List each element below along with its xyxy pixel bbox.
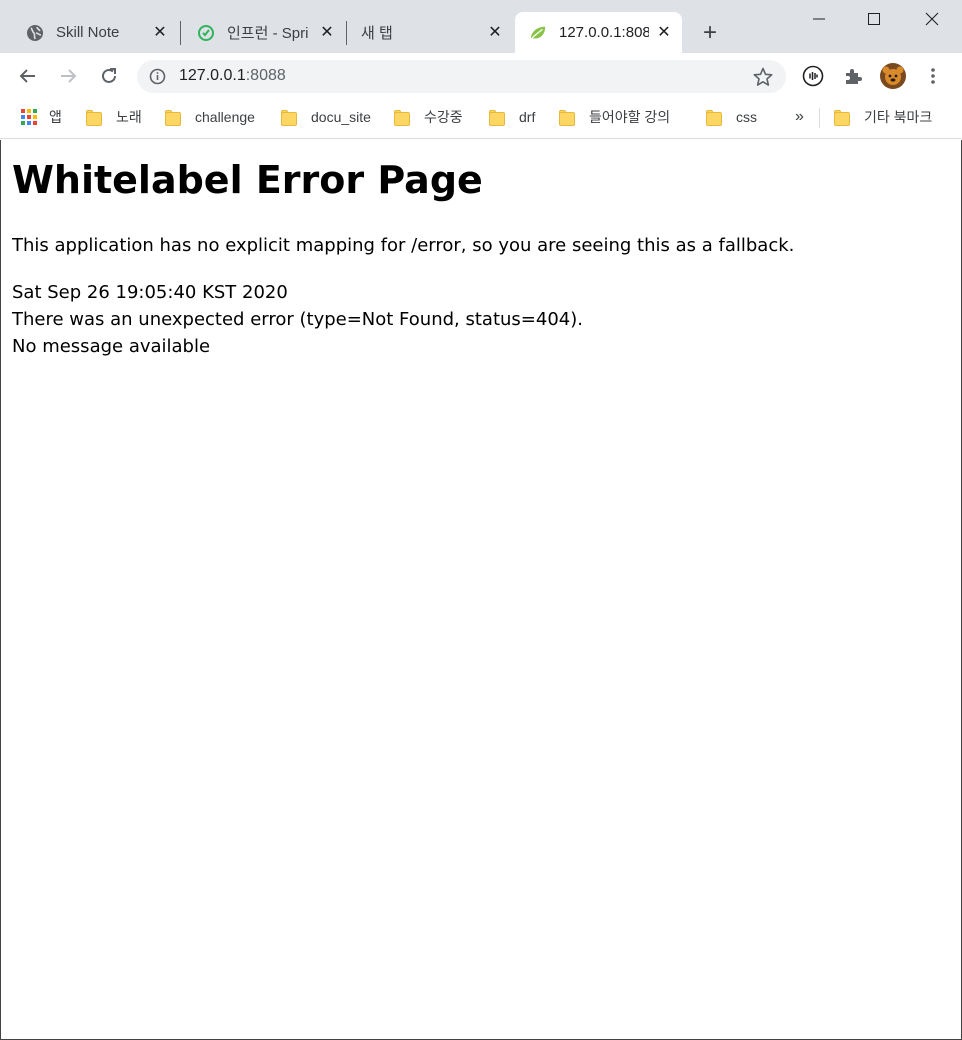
bookmark-label: docu_site xyxy=(311,109,371,125)
folder-icon xyxy=(489,110,505,126)
tab-title: 인프런 - Spri xyxy=(227,25,309,42)
audio-extension-icon[interactable] xyxy=(799,62,827,90)
bookmark-folder[interactable]: 수강중 xyxy=(394,107,463,127)
folder-icon xyxy=(559,110,575,126)
bookmark-folder[interactable]: css xyxy=(706,107,757,127)
bookmark-apps[interactable]: 앱 xyxy=(20,107,62,127)
page-content: Whitelabel Error Page This application h… xyxy=(0,140,962,1040)
site-info-icon[interactable] xyxy=(149,68,166,85)
menu-kebab-icon[interactable] xyxy=(919,62,947,90)
url-text: 127.0.0.1:8088 xyxy=(179,67,286,85)
tab-title: Skill Note xyxy=(56,24,120,41)
bookmark-label: css xyxy=(736,109,757,125)
bookmark-folder[interactable]: challenge xyxy=(165,107,255,127)
bookmark-label: 기타 북마크 xyxy=(864,109,933,125)
bookmark-folder[interactable]: 노래 xyxy=(86,107,142,127)
maximize-icon[interactable] xyxy=(860,8,888,30)
bookmark-label: 들어야할 강의 xyxy=(589,109,671,125)
close-icon[interactable]: ✕ xyxy=(150,22,170,42)
folder-icon xyxy=(86,110,102,126)
tab-localhost[interactable]: 127.0.0.1:808 ✕ xyxy=(515,12,682,53)
profile-avatar-icon[interactable] xyxy=(879,62,907,90)
bookmark-other[interactable]: 기타 북마크 xyxy=(834,107,932,127)
apps-grid-icon xyxy=(20,108,38,126)
inflearn-icon xyxy=(197,24,215,42)
tab-inflearn[interactable]: 인프런 - Spri ✕ xyxy=(171,12,345,53)
folder-icon xyxy=(281,110,297,126)
folder-icon xyxy=(394,110,410,126)
tab-new-tab[interactable]: 새 탭 ✕ xyxy=(335,12,513,53)
bookmark-star-icon[interactable] xyxy=(752,66,774,88)
forward-icon[interactable] xyxy=(54,62,82,90)
extensions-puzzle-icon[interactable] xyxy=(839,62,867,90)
error-type-status: There was an unexpected error (type=Not … xyxy=(12,309,583,330)
bookmarks-divider xyxy=(819,108,820,128)
toolbar: 127.0.0.1:8088 xyxy=(0,53,962,99)
bookmark-label: challenge xyxy=(195,109,255,125)
bookmark-label: 노래 xyxy=(116,109,142,125)
close-icon[interactable]: ✕ xyxy=(654,22,674,42)
minimize-icon[interactable] xyxy=(805,8,833,30)
error-description: This application has no explicit mapping… xyxy=(12,235,795,256)
bookmarks-overflow-button[interactable]: » xyxy=(795,107,804,127)
window-close-icon[interactable] xyxy=(918,8,946,30)
close-icon[interactable]: ✕ xyxy=(317,22,337,42)
error-timestamp: Sat Sep 26 19:05:40 KST 2020 xyxy=(12,282,288,303)
new-tab-button[interactable]: + xyxy=(697,19,723,46)
tab-skill-note[interactable]: Skill Note ✕ xyxy=(0,12,178,53)
back-icon[interactable] xyxy=(14,62,42,90)
globe-icon xyxy=(26,24,44,42)
error-message: No message available xyxy=(12,336,211,357)
bookmarks-bar: 앱 노래 challenge docu_site 수강중 drf 들어야할 강의… xyxy=(0,99,962,139)
reload-icon[interactable] xyxy=(95,62,123,90)
bookmark-folder[interactable]: docu_site xyxy=(281,107,371,127)
url-port: :8088 xyxy=(245,67,286,84)
bookmark-label: drf xyxy=(519,109,536,125)
tab-strip: Skill Note ✕ 인프런 - Spri ✕ 새 탭 ✕ 127.0.0.… xyxy=(0,0,962,53)
spring-leaf-icon xyxy=(529,24,547,42)
page-title: Whitelabel Error Page xyxy=(12,158,483,202)
folder-icon xyxy=(834,110,850,126)
bookmark-label: 앱 xyxy=(49,109,62,125)
address-bar[interactable]: 127.0.0.1:8088 xyxy=(137,60,786,93)
bookmark-label: 수강중 xyxy=(424,109,463,125)
folder-icon xyxy=(165,110,181,126)
folder-icon xyxy=(706,110,722,126)
tab-title: 새 탭 xyxy=(361,25,393,42)
url-host: 127.0.0.1 xyxy=(179,67,246,84)
bookmark-folder[interactable]: 들어야할 강의 xyxy=(559,107,670,127)
tab-title: 127.0.0.1:808 xyxy=(559,24,649,41)
bookmark-folder[interactable]: drf xyxy=(489,107,535,127)
close-icon[interactable]: ✕ xyxy=(485,22,505,42)
